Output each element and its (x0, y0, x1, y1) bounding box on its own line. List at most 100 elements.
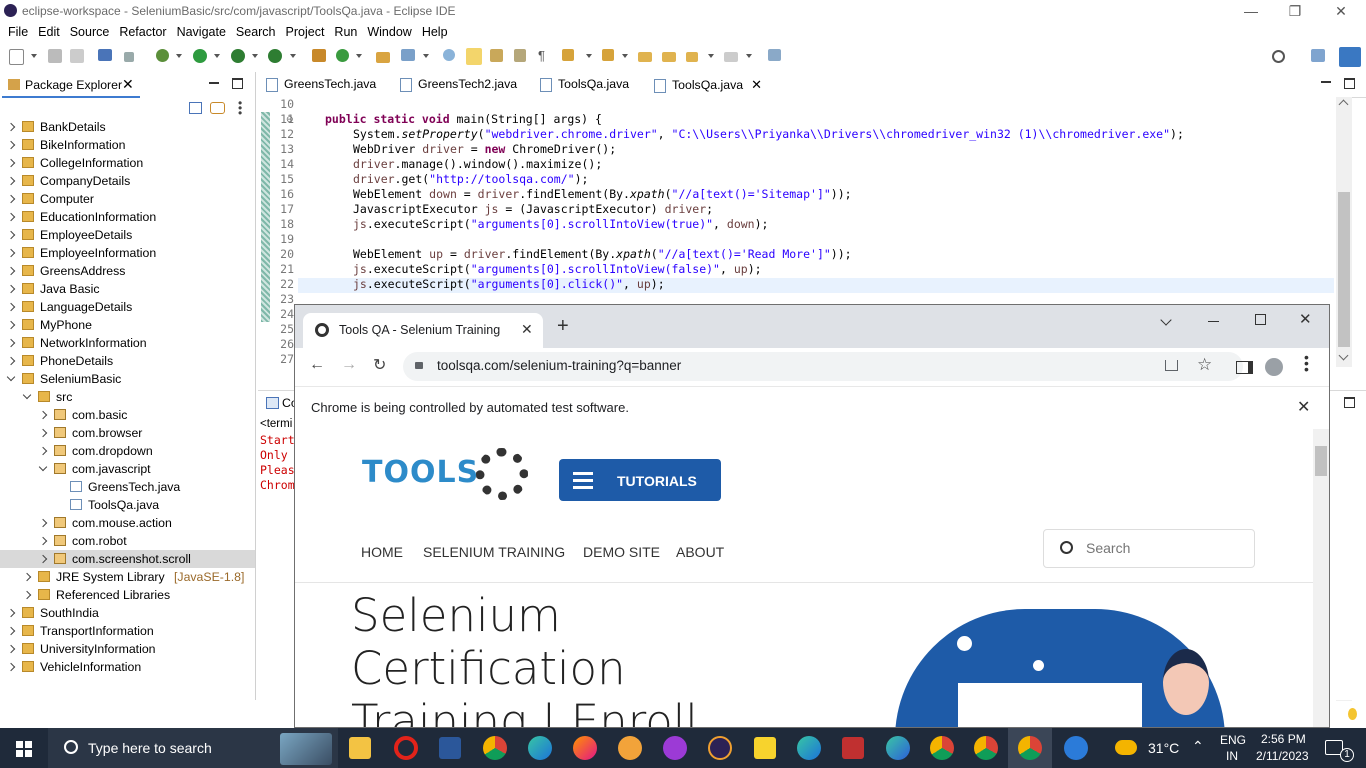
file-explorer-icon[interactable] (349, 737, 371, 759)
view-menu-icon[interactable]: • • • (238, 97, 242, 119)
block-selection-icon[interactable] (514, 49, 526, 62)
menu-navigate[interactable]: Navigate (172, 22, 231, 39)
bookmark-star-icon[interactable]: ☆ (1197, 355, 1212, 375)
pin-editor-icon[interactable] (768, 49, 781, 61)
tab-toolsqa-active[interactable]: ToolsQa.java ✕ (650, 72, 766, 99)
tree-item[interactable]: Referenced Libraries (0, 586, 255, 604)
editor-maximize-icon[interactable] (1344, 78, 1355, 89)
link-with-editor-icon[interactable] (210, 102, 225, 114)
opera-icon[interactable] (394, 736, 418, 760)
editor-vertical-scrollbar[interactable] (1336, 97, 1352, 367)
edge-dev-icon[interactable] (886, 736, 910, 760)
tree-item[interactable]: BankDetails (0, 118, 255, 136)
save-all-icon[interactable] (70, 49, 84, 63)
editor-minimize-icon[interactable] (1321, 81, 1331, 83)
ide-right-scrollbar[interactable] (1334, 430, 1366, 700)
tree-item[interactable]: SeleniumBasic (0, 370, 255, 388)
open-task-dropdown-icon[interactable] (423, 54, 429, 58)
editor-scroll-down-icon[interactable] (1338, 350, 1349, 361)
collapsed-chevron-icon[interactable] (6, 608, 16, 618)
tree-item[interactable]: com.screenshot.scroll (0, 550, 255, 568)
tree-item[interactable]: com.javascript (0, 460, 255, 478)
tree-item[interactable]: com.dropdown (0, 442, 255, 460)
save-icon[interactable] (48, 49, 62, 63)
expanded-chevron-icon[interactable] (38, 462, 48, 472)
tree-item[interactable]: JRE System Library [JavaSE-1.8] (0, 568, 255, 586)
edge-beta-icon[interactable] (797, 736, 821, 760)
forward-icon[interactable] (724, 52, 738, 62)
run-icon[interactable] (193, 49, 207, 63)
tree-item[interactable]: CollegeInformation (0, 154, 255, 172)
chrome-icon[interactable] (974, 736, 998, 760)
help-icon[interactable] (1064, 736, 1088, 760)
profile-avatar-icon[interactable] (1265, 358, 1283, 376)
back-arrow-icon[interactable] (686, 52, 698, 62)
firefox-icon[interactable] (573, 736, 597, 760)
mark-occurrences-icon[interactable] (466, 48, 482, 65)
toolsqa-logo-gear-icon[interactable] (476, 448, 528, 500)
tree-item[interactable]: ToolsQa.java (0, 496, 255, 514)
tree-item[interactable]: com.robot (0, 532, 255, 550)
new-dropdown-icon[interactable] (31, 54, 37, 58)
forward-dropdown-icon[interactable] (746, 54, 752, 58)
menu-source[interactable]: Source (65, 22, 115, 39)
coverage-dropdown-icon[interactable] (252, 54, 258, 58)
tree-item[interactable]: Computer (0, 190, 255, 208)
site-search-box[interactable] (1043, 529, 1255, 568)
search-input[interactable] (1084, 539, 1238, 557)
close-view-icon[interactable]: ✕ (122, 76, 134, 93)
menu-search[interactable]: Search (231, 22, 281, 39)
collapsed-chevron-icon[interactable] (6, 194, 16, 204)
expanded-chevron-icon[interactable] (6, 372, 16, 382)
collapsed-chevron-icon[interactable] (6, 302, 16, 312)
open-perspective-icon[interactable] (1311, 49, 1325, 62)
toolsqa-logo-text[interactable]: TOOLS (362, 455, 479, 490)
chrome-close-icon[interactable]: ✕ (1299, 310, 1312, 328)
new-class-icon[interactable] (336, 49, 349, 62)
collapsed-chevron-icon[interactable] (6, 122, 16, 132)
eclipse-icon[interactable] (708, 736, 732, 760)
new-java-project-icon[interactable] (312, 49, 326, 62)
brave-icon[interactable] (618, 736, 642, 760)
collapse-all-icon[interactable] (189, 102, 202, 114)
tree-item[interactable]: EducationInformation (0, 208, 255, 226)
tree-item[interactable]: com.mouse.action (0, 514, 255, 532)
nav-demo-site[interactable]: DEMO SITE (583, 544, 660, 560)
tree-item[interactable]: PhoneDetails (0, 352, 255, 370)
tip-lightbulb-icon[interactable] (1348, 708, 1357, 720)
chrome-minimize-icon[interactable] (1208, 321, 1219, 322)
tree-item[interactable]: EmployeeInformation (0, 244, 255, 262)
tree-item[interactable]: LanguageDetails (0, 298, 255, 316)
collapsed-chevron-icon[interactable] (6, 644, 16, 654)
taskbar-search-box[interactable]: Type here to search (48, 728, 338, 768)
reload-icon[interactable]: ↻ (373, 355, 386, 375)
chrome-maximize-icon[interactable] (1255, 314, 1266, 325)
collapsed-chevron-icon[interactable] (6, 338, 16, 348)
info-bar-close-icon[interactable]: ✕ (1297, 397, 1310, 417)
menu-help[interactable]: Help (417, 22, 453, 39)
chrome-menu-icon[interactable]: • • • (1304, 350, 1309, 376)
side-panel-icon[interactable] (1236, 361, 1253, 374)
tree-item[interactable]: CompanyDetails (0, 172, 255, 190)
collapsed-chevron-icon[interactable] (38, 554, 48, 564)
console-maximize-icon[interactable] (1344, 397, 1355, 408)
menu-refactor[interactable]: Refactor (114, 22, 171, 39)
coverage-icon[interactable] (231, 49, 245, 63)
chrome-tab[interactable]: Tools QA - Selenium Training ✕ (303, 313, 543, 348)
nav-about[interactable]: ABOUT (676, 544, 724, 560)
back-arrow-icon[interactable]: ← (309, 356, 325, 374)
debug-dropdown-icon[interactable] (176, 54, 182, 58)
new-icon[interactable] (9, 49, 24, 65)
collapsed-chevron-icon[interactable] (6, 158, 16, 168)
collapsed-chevron-icon[interactable] (22, 590, 32, 600)
tree-item[interactable]: VehicleInformation (0, 658, 255, 676)
chrome-active-icon[interactable] (1018, 736, 1042, 760)
expanded-chevron-icon[interactable] (22, 390, 32, 400)
collapsed-chevron-icon[interactable] (6, 626, 16, 636)
collapsed-chevron-icon[interactable] (6, 212, 16, 222)
word-icon[interactable] (439, 737, 461, 759)
tab-search-icon[interactable] (1160, 314, 1172, 326)
chrome-tab-close-icon[interactable]: ✕ (521, 321, 533, 338)
weather-temp[interactable]: 31°C (1148, 740, 1179, 756)
close-button[interactable]: ✕ (1318, 0, 1364, 22)
